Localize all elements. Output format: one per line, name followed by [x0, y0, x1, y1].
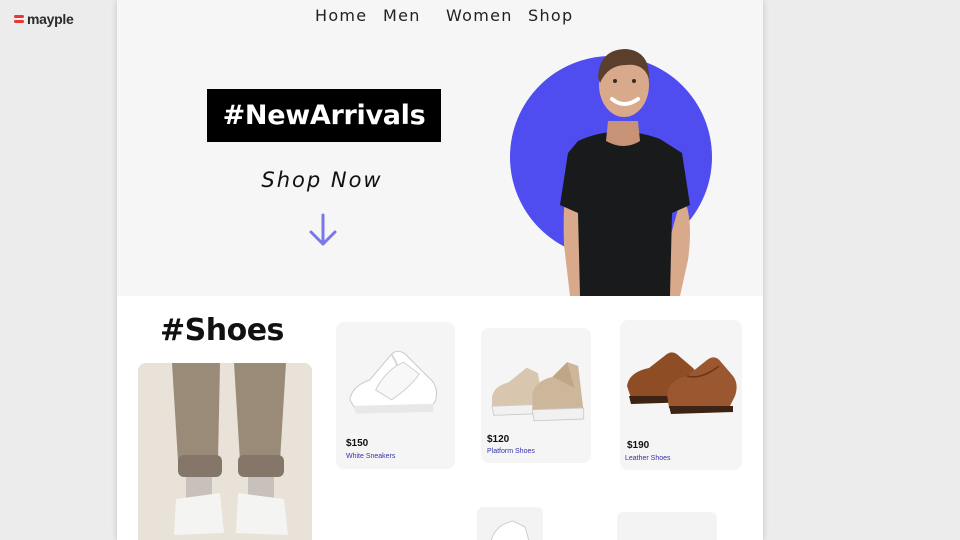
nav-women[interactable]: Women	[446, 6, 513, 25]
nav-men[interactable]: Men	[383, 6, 421, 25]
hero-model-image	[560, 49, 690, 296]
white-sneaker-image	[349, 350, 437, 414]
hero-section: Home Men Women Shop #NewArrivals Shop No…	[117, 0, 763, 296]
product-card-white-sneakers[interactable]: $150 White Sneakers	[336, 322, 455, 469]
white-shoe-partial-image	[490, 520, 530, 540]
section-title: #Shoes	[160, 313, 284, 348]
nav-home[interactable]: Home	[315, 6, 367, 25]
shop-now-link[interactable]: Shop Now	[237, 168, 407, 192]
product-price: $120	[487, 434, 510, 445]
new-arrivals-tag: #NewArrivals	[207, 89, 441, 142]
platform-shoe-image	[491, 362, 585, 422]
website-page: Home Men Women Shop #NewArrivals Shop No…	[117, 0, 763, 540]
leather-shoe-image	[627, 352, 737, 414]
lifestyle-legs-image	[138, 363, 312, 540]
nav-shop[interactable]: Shop	[528, 6, 573, 25]
product-card-leather-shoes[interactable]: $190 Leather Shoes	[620, 320, 742, 470]
main-nav: Home Men Women Shop	[117, 6, 763, 26]
brand-mark-icon	[14, 15, 24, 23]
product-card-partial[interactable]	[477, 507, 543, 540]
product-card-partial[interactable]	[617, 512, 717, 540]
product-price: $190	[627, 440, 650, 451]
product-card-platform-shoes[interactable]: $120 Platform Shoes	[481, 328, 591, 463]
brand-name: mayple	[27, 11, 74, 27]
product-name[interactable]: Leather Shoes	[625, 455, 671, 462]
product-name[interactable]: White Sneakers	[346, 453, 395, 460]
product-name[interactable]: Platform Shoes	[487, 448, 535, 455]
lifestyle-image	[138, 363, 312, 540]
brand-logo[interactable]: mayple	[14, 11, 74, 27]
arrow-down-icon[interactable]	[308, 213, 338, 247]
product-price: $150	[346, 438, 369, 449]
